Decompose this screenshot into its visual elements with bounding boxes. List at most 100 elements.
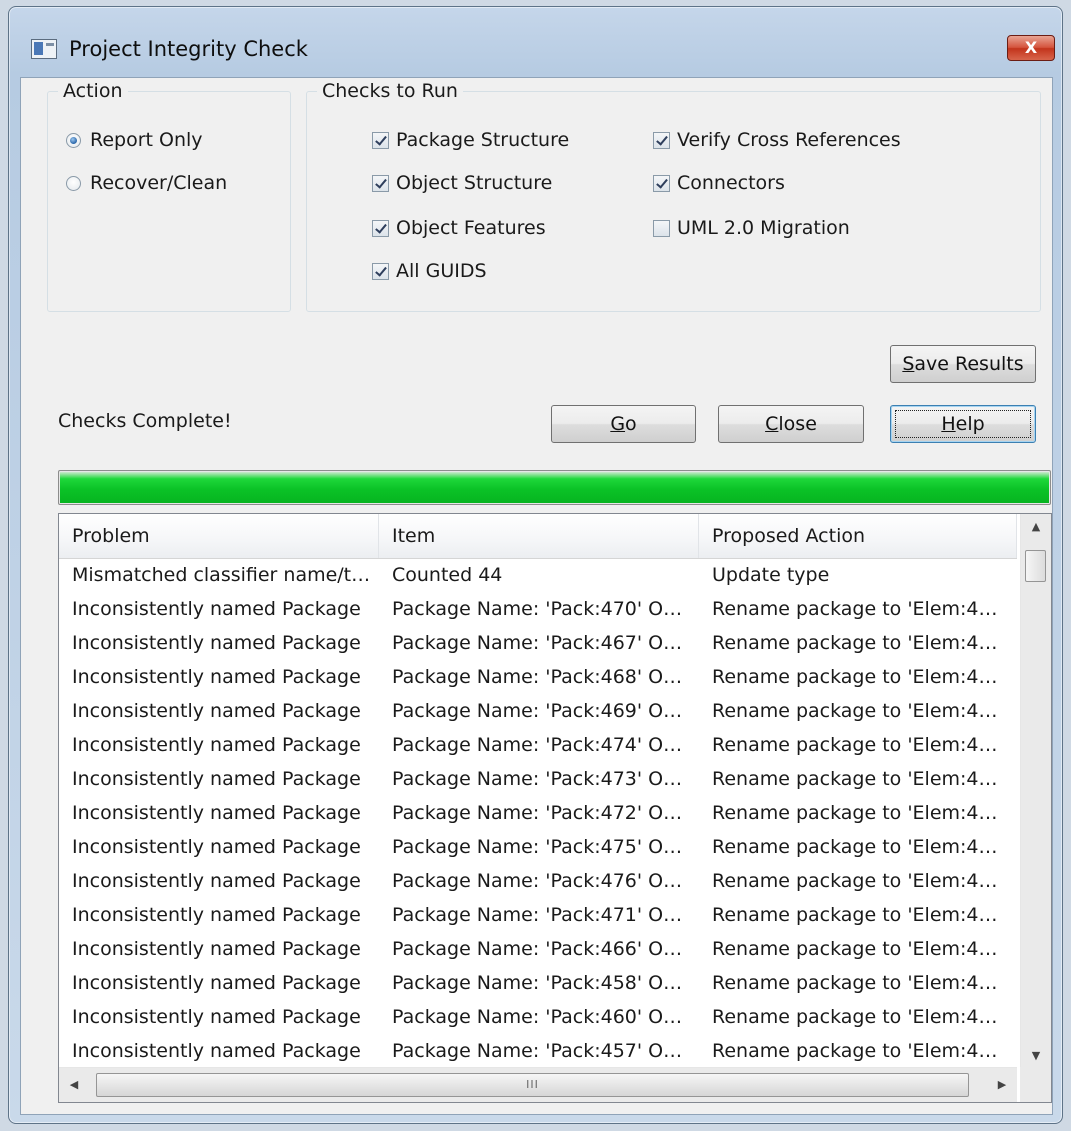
object-features-label: Object Features	[396, 217, 546, 239]
horizontal-scroll-thumb[interactable]: III	[96, 1073, 969, 1097]
dialog-body: Action Report Only Recover/Clean Checks …	[20, 77, 1053, 1115]
close-window-button[interactable]: X	[1007, 35, 1055, 61]
results-list-rows: Mismatched classifier name/t… Counted 44 U…	[59, 558, 1017, 1068]
package-structure-label: Package Structure	[396, 129, 570, 151]
results-list[interactable]: Problem Item Proposed Action Mismatched …	[58, 513, 1052, 1103]
column-header-proposed-action[interactable]: Proposed Action	[699, 514, 1017, 558]
problem-cell: Inconsistently named Package	[72, 870, 361, 892]
proposed-action-cell: Rename package to 'Elem:4…	[712, 598, 998, 620]
dialog-window: Project Integrity Check X Action Report …	[8, 6, 1063, 1124]
title-bar[interactable]: Project Integrity Check X	[9, 7, 1062, 83]
table-row[interactable]: Inconsistently named Package Package Name…	[59, 864, 1017, 898]
scroll-down-arrow-icon[interactable]: ▼	[1021, 1043, 1051, 1069]
proposed-action-cell: Rename package to 'Elem:4…	[712, 938, 998, 960]
report-only-label: Report Only	[90, 129, 203, 151]
checkbox-checked-indicator[interactable]	[372, 219, 389, 237]
problem-cell: Inconsistently named Package	[72, 734, 361, 756]
checkbox-checked-indicator[interactable]	[372, 174, 389, 192]
problem-cell: Inconsistently named Package	[72, 700, 361, 722]
table-row[interactable]: Inconsistently named Package Package Name…	[59, 592, 1017, 626]
table-row[interactable]: Inconsistently named Package Package Name…	[59, 898, 1017, 932]
problem-cell: Inconsistently named Package	[72, 836, 361, 858]
table-row[interactable]: Inconsistently named Package Package Name…	[59, 728, 1017, 762]
proposed-action-cell: Rename package to 'Elem:4…	[712, 836, 998, 858]
item-cell: Counted 44	[392, 564, 503, 586]
item-cell: Package Name: 'Pack:476' O…	[392, 870, 683, 892]
checkbox-checked-indicator[interactable]	[653, 174, 670, 192]
results-list-header: Problem Item Proposed Action	[59, 514, 1017, 559]
proposed-action-cell: Rename package to 'Elem:4…	[712, 666, 998, 688]
checkbox-checked-indicator[interactable]	[372, 262, 389, 280]
close-button[interactable]: Close	[718, 405, 864, 443]
progress-bar	[58, 470, 1051, 505]
proposed-action-cell: Rename package to 'Elem:4…	[712, 632, 998, 654]
table-row[interactable]: Inconsistently named Package Package Name…	[59, 932, 1017, 966]
item-cell: Package Name: 'Pack:473' O…	[392, 768, 683, 790]
uml-migration-checkbox[interactable]: UML 2.0 Migration	[653, 217, 850, 239]
object-features-checkbox[interactable]: Object Features	[372, 217, 546, 239]
save-results-button[interactable]: Save Results	[890, 345, 1036, 383]
problem-cell: Inconsistently named Package	[72, 598, 361, 620]
package-structure-checkbox[interactable]: Package Structure	[372, 129, 569, 151]
scrollbar-corner	[1020, 1067, 1051, 1102]
table-row[interactable]: Inconsistently named Package Package Name…	[59, 830, 1017, 864]
table-row[interactable]: Inconsistently named Package Package Name…	[59, 1034, 1017, 1068]
vertical-scrollbar[interactable]: ▲ ▼	[1020, 514, 1051, 1069]
problem-cell: Inconsistently named Package	[72, 632, 361, 654]
proposed-action-cell: Rename package to 'Elem:4…	[712, 768, 998, 790]
checkbox-unchecked-indicator[interactable]	[653, 219, 670, 237]
table-row[interactable]: Inconsistently named Package Package Name…	[59, 626, 1017, 660]
proposed-action-cell: Rename package to 'Elem:4…	[712, 700, 998, 722]
table-row[interactable]: Inconsistently named Package Package Name…	[59, 660, 1017, 694]
table-row[interactable]: Inconsistently named Package Package Name…	[59, 966, 1017, 1000]
recover-clean-label: Recover/Clean	[90, 172, 228, 194]
progress-bar-fill	[60, 472, 1049, 503]
table-row[interactable]: Mismatched classifier name/t… Counted 44 U…	[59, 558, 1017, 592]
scroll-up-arrow-icon[interactable]: ▲	[1021, 514, 1051, 540]
connectors-checkbox[interactable]: Connectors	[653, 172, 785, 194]
radio-unselected-indicator[interactable]	[66, 175, 81, 191]
problem-cell: Inconsistently named Package	[72, 666, 361, 688]
problem-cell: Inconsistently named Package	[72, 1006, 361, 1028]
action-group-legend: Action	[63, 80, 123, 102]
table-row[interactable]: Inconsistently named Package Package Name…	[59, 694, 1017, 728]
proposed-action-cell: Rename package to 'Elem:4…	[712, 904, 998, 926]
item-cell: Package Name: 'Pack:457' O…	[392, 1040, 683, 1062]
item-cell: Package Name: 'Pack:471' O…	[392, 904, 683, 926]
window-title: Project Integrity Check	[69, 37, 308, 61]
table-row[interactable]: Inconsistently named Package Package Name…	[59, 762, 1017, 796]
proposed-action-cell: Update type	[712, 564, 830, 586]
uml-migration-label: UML 2.0 Migration	[677, 217, 850, 239]
problem-cell: Mismatched classifier name/t…	[72, 564, 371, 586]
go-button[interactable]: Go	[551, 405, 696, 443]
item-cell: Package Name: 'Pack:468' O…	[392, 666, 683, 688]
item-cell: Package Name: 'Pack:466' O…	[392, 938, 683, 960]
problem-cell: Inconsistently named Package	[72, 904, 361, 926]
column-header-item[interactable]: Item	[379, 514, 699, 558]
proposed-action-cell: Rename package to 'Elem:4…	[712, 1006, 998, 1028]
status-text: Checks Complete!	[58, 410, 232, 432]
checkbox-checked-indicator[interactable]	[372, 131, 389, 149]
recover-clean-radio[interactable]: Recover/Clean	[66, 172, 227, 194]
object-structure-checkbox[interactable]: Object Structure	[372, 172, 552, 194]
radio-selected-indicator[interactable]	[66, 132, 81, 148]
checkbox-checked-indicator[interactable]	[653, 131, 670, 149]
table-row[interactable]: Inconsistently named Package Package Name…	[59, 1000, 1017, 1034]
vertical-scroll-thumb[interactable]	[1025, 550, 1046, 582]
problem-cell: Inconsistently named Package	[72, 972, 361, 994]
all-guids-label: All GUIDS	[396, 260, 487, 282]
verify-cross-references-checkbox[interactable]: Verify Cross References	[653, 129, 901, 151]
item-cell: Package Name: 'Pack:469' O…	[392, 700, 683, 722]
all-guids-checkbox[interactable]: All GUIDS	[372, 260, 487, 282]
problem-cell: Inconsistently named Package	[72, 802, 361, 824]
scroll-right-arrow-icon[interactable]: ▶	[987, 1068, 1017, 1102]
report-only-radio[interactable]: Report Only	[66, 129, 203, 151]
scroll-left-arrow-icon[interactable]: ◀	[59, 1068, 89, 1102]
help-button[interactable]: Help	[890, 405, 1036, 443]
column-header-problem[interactable]: Problem	[59, 514, 379, 558]
horizontal-scrollbar[interactable]: ◀ III ▶	[59, 1067, 1017, 1102]
connectors-label: Connectors	[677, 172, 785, 194]
app-window-icon	[31, 39, 57, 59]
table-row[interactable]: Inconsistently named Package Package Name…	[59, 796, 1017, 830]
object-structure-label: Object Structure	[396, 172, 553, 194]
